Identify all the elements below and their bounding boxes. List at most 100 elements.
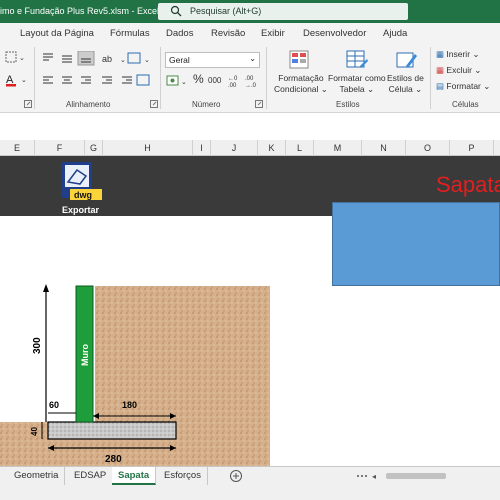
column-header-n[interactable]: N (362, 140, 406, 156)
soil-block (95, 286, 270, 441)
formatar-label: Formatar (446, 81, 481, 91)
group-celulas: Células (452, 100, 479, 109)
separator (266, 47, 267, 109)
base-width-label: 280 (105, 454, 122, 465)
svg-text:◂: ◂ (372, 472, 376, 481)
column-header-o[interactable]: O (406, 140, 450, 156)
dwg-file-icon: dwg (62, 162, 102, 200)
inserir-button[interactable]: ▦ Inserir ⌄ (436, 49, 480, 60)
column-header-e[interactable]: E (0, 140, 35, 156)
separator (34, 47, 35, 109)
font-color-button[interactable]: A ⌄ (5, 73, 31, 89)
search-placeholder: Pesquisar (Alt+G) (190, 6, 262, 16)
column-header-k[interactable]: K (258, 140, 286, 156)
column-header-g[interactable]: G (85, 140, 103, 156)
arrow-up-icon (43, 284, 49, 292)
separator (160, 47, 161, 109)
sheet-tab-geometria[interactable]: Geometria (8, 467, 66, 485)
cell-styles-icon (396, 50, 417, 70)
number-format-value: Geral (169, 55, 190, 65)
svg-text:⌄: ⌄ (120, 57, 126, 64)
svg-text:.00: .00 (228, 83, 237, 89)
column-header-p[interactable]: P (450, 140, 494, 156)
formatar-button[interactable]: ▤ Formatar ⌄ (436, 81, 490, 92)
svg-text:→.0: →.0 (245, 83, 257, 89)
fonte-launcher-icon[interactable] (24, 100, 32, 110)
left-dimension-label: 60 (49, 400, 59, 410)
thickness-label: 40 (30, 427, 39, 436)
format-cells-icon: ▤ (436, 81, 445, 91)
footing (47, 421, 177, 440)
tab-ajuda[interactable]: Ajuda (383, 28, 407, 39)
svg-text:ab: ab (102, 54, 112, 64)
separator (430, 47, 431, 109)
column-header-f[interactable]: F (35, 140, 85, 156)
search-icon (170, 5, 182, 19)
svg-text:←0: ←0 (228, 76, 238, 82)
chevron-down-icon: ⌄ (249, 54, 256, 63)
insert-icon: ▦ (436, 49, 445, 59)
excluir-button[interactable]: ▦ Excluir ⌄ (436, 65, 481, 76)
scroll-dots-icon[interactable] (355, 470, 369, 484)
column-header-l[interactable]: L (286, 140, 314, 156)
formatacao-condicional-button[interactable]: Formatação Condicional ⌄ (274, 73, 328, 95)
foundation-diagram: Muro 300 60 180 40 280 (0, 284, 270, 466)
svg-text:⌄: ⌄ (181, 79, 187, 86)
formatacao-line2: Condicional (274, 84, 319, 94)
export-label: Exportar (62, 205, 100, 215)
tab-layout-da-pagina[interactable]: Layout da Página (20, 28, 94, 39)
currency-format-button[interactable]: ⌄ (166, 74, 190, 90)
tab-exibir[interactable]: Exibir (261, 28, 285, 39)
column-header-j[interactable]: J (211, 140, 258, 156)
conditional-format-icon (289, 50, 309, 70)
estilos-celula-button[interactable]: Estilos de Célula ⌄ (387, 73, 424, 95)
alignment-buttons[interactable]: ab ⌄ ⌄ (40, 51, 155, 95)
inserir-label: Inserir (446, 49, 471, 59)
ribbon-tabs: Layout da Página Fórmulas Dados Revisão … (0, 23, 500, 43)
border-button[interactable]: ⌄ (5, 51, 29, 65)
decimal-buttons[interactable]: ←0.00.00 →.0 (228, 73, 262, 91)
alinhamento-launcher-icon[interactable] (150, 100, 158, 110)
thousands-button[interactable]: 000 (208, 76, 221, 85)
group-alinhamento: Alinhamento (66, 100, 111, 109)
column-header-m[interactable]: M (314, 140, 362, 156)
height-label: 300 (32, 337, 43, 354)
excluir-label: Excluir (446, 65, 472, 75)
formatar-tabela-line2: Tabela (339, 84, 365, 94)
blue-shape[interactable] (332, 202, 500, 286)
add-sheet-button[interactable] (229, 469, 243, 485)
column-header-h[interactable]: H (103, 140, 193, 156)
number-format-select[interactable]: Geral ⌄ (165, 52, 260, 68)
column-headers: E F G H I J K L M N O P (0, 140, 500, 156)
sheet-tab-edsap[interactable]: EDSAP (68, 467, 114, 485)
horizontal-scrollbar[interactable]: ◂ (372, 470, 500, 484)
window-title: imo e Fundação Plus Rev5.xlsm - Excel (0, 6, 160, 16)
sheet-title: Sapata (436, 172, 500, 197)
formatar-tabela-button[interactable]: Formatar como Tabela ⌄ (328, 73, 386, 95)
svg-text:⌄: ⌄ (19, 55, 25, 62)
title-bar: imo e Fundação Plus Rev5.xlsm - Excel Pe… (0, 0, 500, 23)
tab-dados[interactable]: Dados (166, 28, 193, 39)
wall-label: Muro (80, 344, 90, 366)
svg-text:⌄: ⌄ (21, 77, 27, 84)
ribbon: ⌄ A ⌄ ab ⌄ ⌄ Alinhamento Geral ⌄ ⌄ % 000… (0, 43, 500, 113)
sheet-tab-esforcos[interactable]: Esforços (158, 467, 208, 485)
formula-area (0, 113, 500, 140)
dwg-label: dwg (74, 190, 92, 200)
plus-icon (230, 470, 242, 482)
sheet-tab-bar: Geometria EDSAP Sapata Esforços ◂ (0, 466, 500, 500)
group-estilos: Estilos (336, 100, 360, 109)
numero-launcher-icon[interactable] (255, 100, 263, 110)
column-header-i[interactable]: I (193, 140, 211, 156)
sheet-tab-sapata[interactable]: Sapata (112, 467, 157, 485)
search-box[interactable]: Pesquisar (Alt+G) (158, 3, 408, 20)
right-dimension-label: 180 (122, 400, 137, 410)
tab-revisao[interactable]: Revisão (211, 28, 245, 39)
tab-desenvolvedor[interactable]: Desenvolvedor (303, 28, 366, 39)
tab-formulas[interactable]: Fórmulas (110, 28, 150, 39)
formatar-tabela-line1: Formatar como (328, 73, 386, 83)
percent-button[interactable]: % (193, 72, 204, 86)
svg-text:.00: .00 (245, 76, 254, 82)
formatacao-line1: Formatação (278, 73, 324, 83)
estilos-celula-line1: Estilos de (387, 73, 424, 83)
